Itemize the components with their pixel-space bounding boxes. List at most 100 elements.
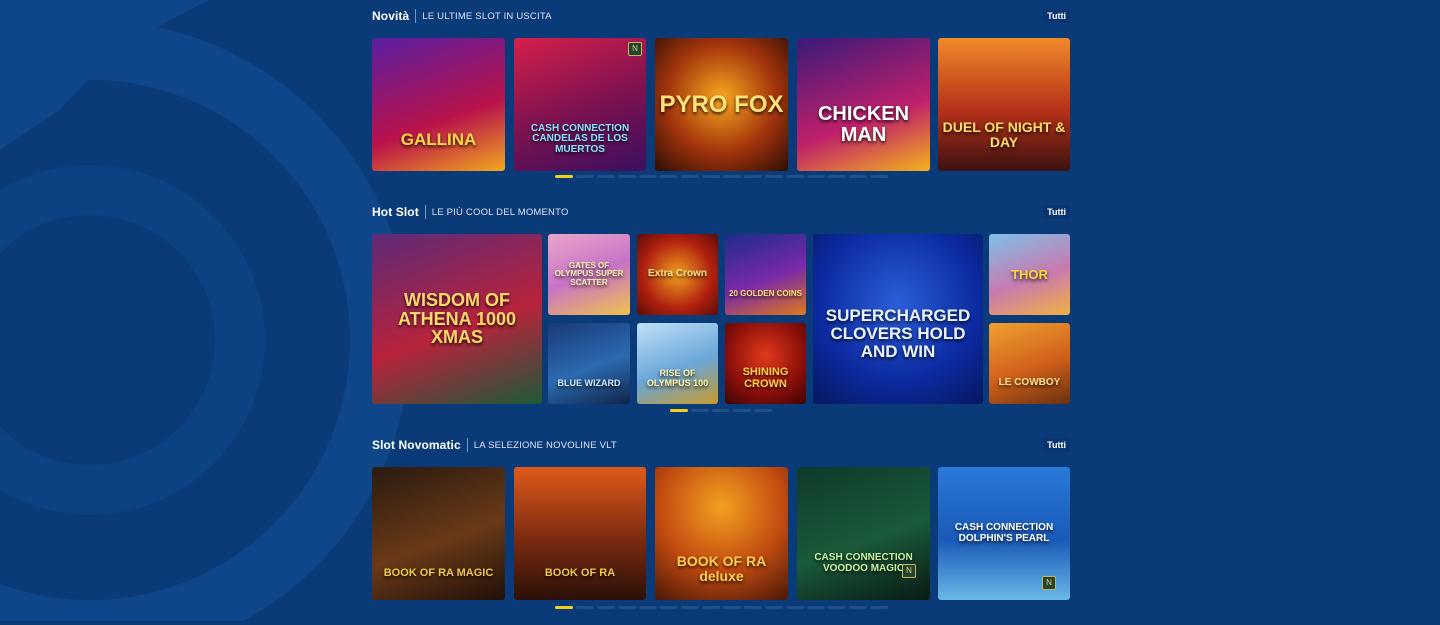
game-title: CHICKEN MAN xyxy=(817,102,910,146)
section-title: Novità xyxy=(372,9,410,23)
game-title: RISE OF OLYMPUS 100 xyxy=(646,368,709,388)
section-subtitle: LE ULTIME SLOT IN USCITA xyxy=(422,10,552,22)
pager-dot[interactable] xyxy=(743,606,762,609)
pager-dot[interactable] xyxy=(617,175,636,178)
see-all-link[interactable]: Tutti xyxy=(1043,438,1070,452)
game-title: BLUE WIZARD xyxy=(557,377,621,388)
see-all-link[interactable]: Tutti xyxy=(1043,9,1070,23)
game-title: BOOK OF RA MAGIC xyxy=(383,566,494,579)
pager-dot[interactable] xyxy=(743,175,762,178)
carousel-pager xyxy=(372,175,1070,178)
game-tile[interactable]: 20 GOLDEN COINS xyxy=(725,234,806,315)
game-tile[interactable]: BOOK OF RA MAGIC xyxy=(372,467,505,600)
game-tile[interactable]: Extra Crown xyxy=(637,234,718,315)
pager-dot[interactable] xyxy=(638,606,657,609)
pager-dot[interactable] xyxy=(670,409,688,412)
pager-dot[interactable] xyxy=(722,606,741,609)
pager-dot[interactable] xyxy=(869,606,888,609)
pager-dot[interactable] xyxy=(617,606,636,609)
game-tile[interactable]: SHINING CROWN xyxy=(725,323,806,404)
pager-dot[interactable] xyxy=(712,409,730,412)
section-slot-novomatic: Slot Novomatic LA SELEZIONE NOVOLINE VLT… xyxy=(372,435,1070,625)
pager-dot[interactable] xyxy=(680,606,699,609)
game-tile[interactable]: CHICKEN MAN xyxy=(797,38,930,171)
game-tile[interactable]: DUEL OF NIGHT & DAY xyxy=(938,38,1070,171)
section-header: Novità LE ULTIME SLOT IN USCITA Tutti xyxy=(372,6,1070,26)
game-tile[interactable]: GALLINA xyxy=(372,38,505,171)
pager-dot[interactable] xyxy=(806,175,825,178)
pager-dot[interactable] xyxy=(638,175,657,178)
pager-dot[interactable] xyxy=(785,606,804,609)
game-tile[interactable]: N CASH CONNECTION VOODOO MAGIC xyxy=(797,467,930,600)
pager-dot[interactable] xyxy=(691,409,709,412)
section-novita: Novità LE ULTIME SLOT IN USCITA Tutti GA… xyxy=(372,6,1070,186)
section-header: Hot Slot LE PIÙ COOL DEL MOMENTO Tutti xyxy=(372,202,1070,222)
games-carousel: GALLINA N CASH CONNECTION CANDELAS DE LO… xyxy=(372,26,1070,186)
pager-dot[interactable] xyxy=(575,175,594,178)
section-title: Hot Slot xyxy=(372,205,419,219)
game-tile[interactable]: N CASH CONNECTION CANDELAS DE LOS MUERTO… xyxy=(514,38,646,171)
pager-dot[interactable] xyxy=(848,175,867,178)
games-carousel: WISDOM OF ATHENA 1000 XMAS GATES OF OLYM… xyxy=(372,222,1070,442)
game-title: PYRO FOX xyxy=(659,90,784,118)
game-title: Extra Crown xyxy=(648,268,707,280)
game-tile[interactable]: RISE OF OLYMPUS 100 xyxy=(637,323,718,404)
pager-dot[interactable] xyxy=(722,175,741,178)
pager-dot[interactable] xyxy=(659,175,678,178)
pager-dot[interactable] xyxy=(827,606,846,609)
game-tile[interactable]: WISDOM OF ATHENA 1000 XMAS xyxy=(372,234,542,404)
pager-dot[interactable] xyxy=(701,606,720,609)
game-title: GALLINA xyxy=(400,129,477,149)
game-tile[interactable]: PYRO FOX xyxy=(655,38,788,171)
section-subtitle: LA SELEZIONE NOVOLINE VLT xyxy=(473,439,617,451)
section-title: Slot Novomatic xyxy=(372,438,461,452)
pager-dot[interactable] xyxy=(596,175,615,178)
pager-dot[interactable] xyxy=(680,175,699,178)
section-hot-slot: Hot Slot LE PIÙ COOL DEL MOMENTO Tutti W… xyxy=(372,202,1070,442)
game-title: 20 GOLDEN COINS xyxy=(729,289,802,299)
game-tile[interactable]: THOR xyxy=(989,234,1070,315)
pager-dot[interactable] xyxy=(764,175,783,178)
title-divider xyxy=(415,9,417,23)
game-tile[interactable]: LE COWBOY xyxy=(989,323,1070,404)
game-tile[interactable]: SUPERCHARGED CLOVERS HOLD AND WIN xyxy=(813,234,983,404)
pager-dot[interactable] xyxy=(869,175,888,178)
pager-dot[interactable] xyxy=(554,606,573,609)
game-title: LE COWBOY xyxy=(998,377,1061,389)
carousel-pager xyxy=(372,606,1070,609)
game-tile[interactable]: N CASH CONNECTION DOLPHIN'S PEARL xyxy=(938,467,1070,600)
game-tile[interactable]: BOOK OF RA deluxe xyxy=(655,467,788,600)
title-divider xyxy=(424,205,426,219)
game-title: SHINING CROWN xyxy=(742,365,789,390)
pager-dot[interactable] xyxy=(785,175,804,178)
section-header: Slot Novomatic LA SELEZIONE NOVOLINE VLT… xyxy=(372,435,1070,455)
pager-dot[interactable] xyxy=(596,606,615,609)
pager-dot[interactable] xyxy=(701,175,720,178)
see-all-link[interactable]: Tutti xyxy=(1043,205,1070,219)
game-title: WISDOM OF ATHENA 1000 XMAS xyxy=(397,289,517,348)
pager-dot[interactable] xyxy=(848,606,867,609)
pager-dot[interactable] xyxy=(554,175,573,178)
section-subtitle: LE PIÙ COOL DEL MOMENTO xyxy=(431,206,569,218)
title-divider xyxy=(466,438,468,452)
carousel-pager xyxy=(372,409,1070,412)
pager-dot[interactable] xyxy=(575,606,594,609)
game-tile[interactable]: GATES OF OLYMPUS SUPER SCATTER xyxy=(548,234,630,315)
game-tile[interactable]: BOOK OF RA xyxy=(514,467,646,600)
game-title: CASH CONNECTION DOLPHIN'S PEARL xyxy=(954,522,1054,544)
pager-dot[interactable] xyxy=(659,606,678,609)
game-tile[interactable]: BLUE WIZARD xyxy=(548,323,630,404)
novomatic-badge-icon: N xyxy=(902,564,916,578)
novomatic-badge-icon: N xyxy=(1042,576,1056,590)
pager-dot[interactable] xyxy=(806,606,825,609)
pager-dot[interactable] xyxy=(827,175,846,178)
game-title: BOOK OF RA xyxy=(544,566,616,579)
pager-dot[interactable] xyxy=(754,409,772,412)
pager-dot[interactable] xyxy=(764,606,783,609)
games-carousel: BOOK OF RA MAGIC BOOK OF RA BOOK OF RA d… xyxy=(372,455,1070,625)
pager-dot[interactable] xyxy=(733,409,751,412)
game-title: SUPERCHARGED CLOVERS HOLD AND WIN xyxy=(825,306,971,361)
game-title: BOOK OF RA deluxe xyxy=(676,552,767,584)
game-title: THOR xyxy=(1011,266,1048,282)
game-title: GATES OF OLYMPUS SUPER SCATTER xyxy=(554,260,624,287)
